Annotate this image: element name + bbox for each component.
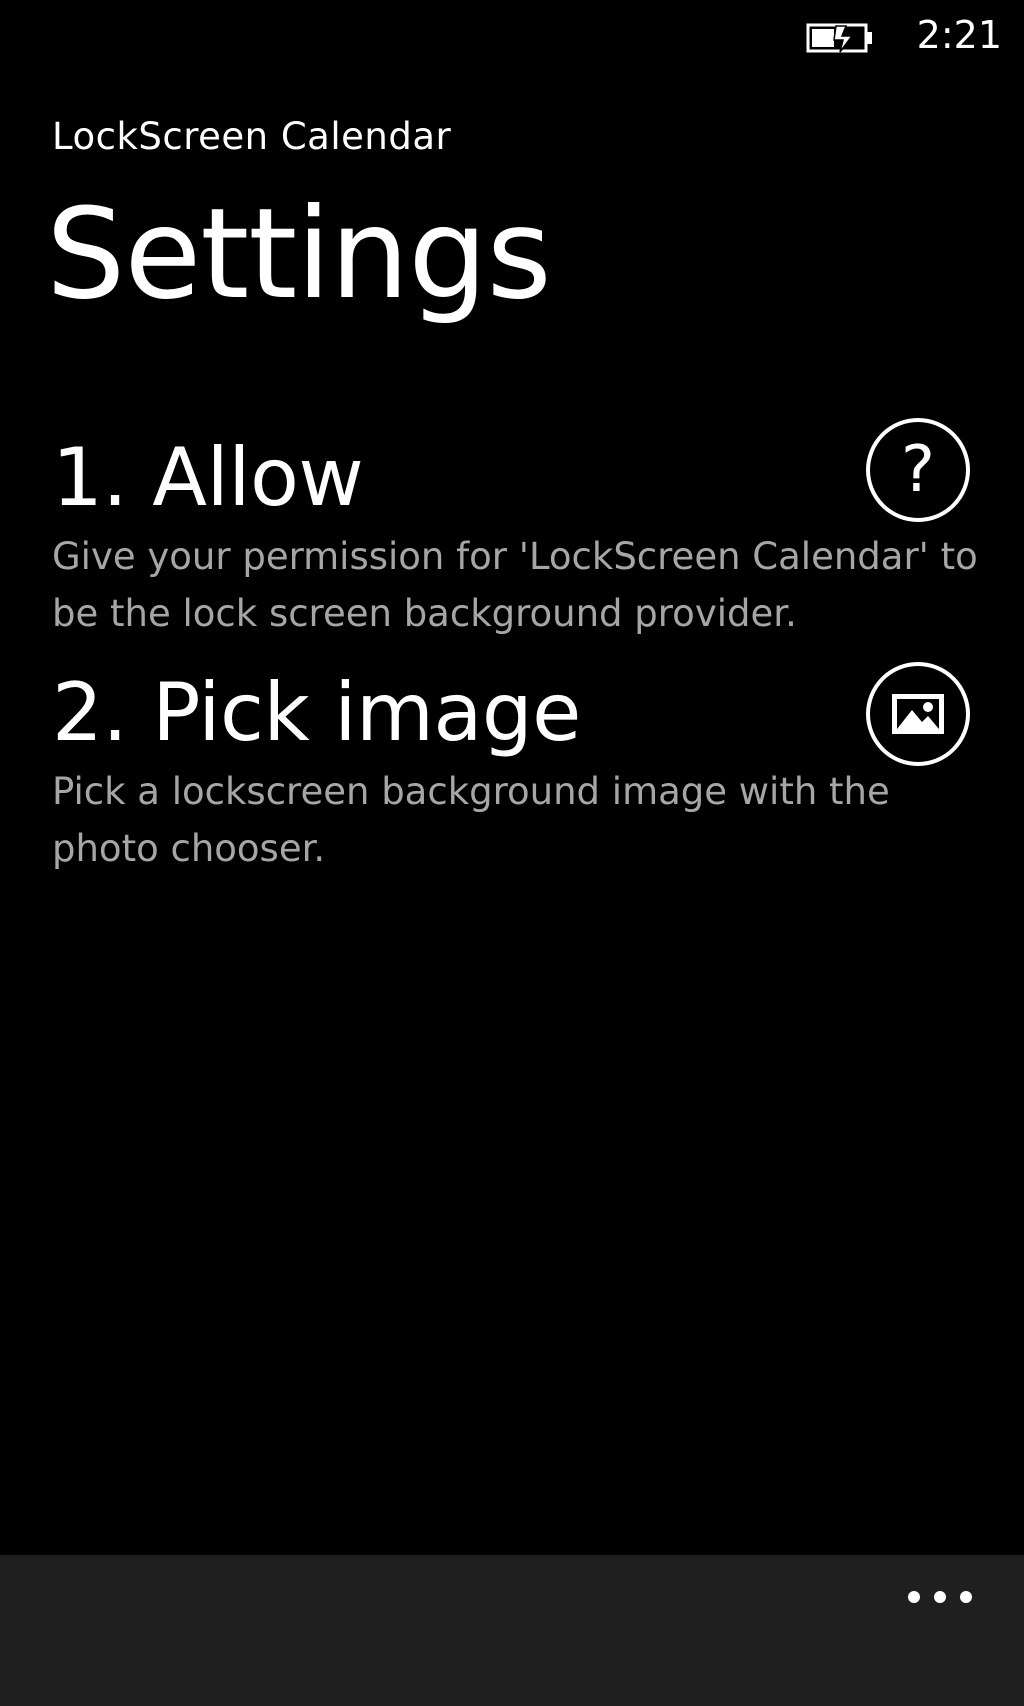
picture-icon — [892, 694, 944, 734]
app-bar — [0, 1555, 1024, 1706]
status-bar: 2:21 — [0, 0, 1024, 70]
pick-image-description: Pick a lockscreen background image with … — [52, 770, 890, 870]
help-button[interactable]: ? — [866, 418, 970, 522]
app-title: LockScreen Calendar — [52, 115, 452, 158]
ellipsis-icon — [908, 1591, 920, 1603]
allow-description: Give your permission for 'LockScreen Cal… — [52, 535, 978, 635]
pick-image-button[interactable] — [866, 662, 970, 766]
battery-charging-icon — [806, 23, 872, 53]
question-mark-icon: ? — [901, 433, 935, 507]
page-title: Settings — [46, 182, 552, 327]
status-clock: 2:21 — [916, 13, 1002, 57]
allow-section: 1. Allow Give your permission for 'LockS… — [52, 430, 992, 642]
allow-heading: 1. Allow — [52, 431, 364, 524]
ellipsis-icon — [934, 1591, 946, 1603]
more-options-button[interactable] — [908, 1577, 972, 1617]
pick-image-section: 2. Pick image Pick a lockscreen backgrou… — [52, 665, 992, 877]
pick-image-heading: 2. Pick image — [52, 666, 581, 759]
ellipsis-icon — [960, 1591, 972, 1603]
